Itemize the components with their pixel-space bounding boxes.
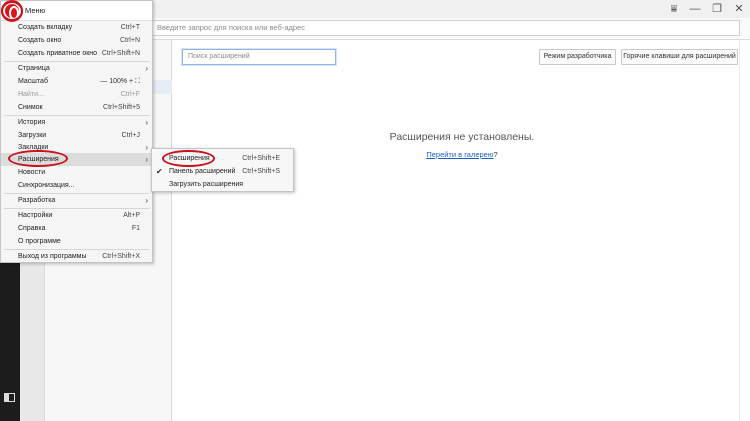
menu-item-new-tab[interactable]: Создать вкладку Ctrl+T — [1, 21, 152, 34]
chevron-right-icon: › — [145, 64, 148, 73]
gallery-line: Перейти в галерею? — [362, 150, 562, 159]
menu-item-settings[interactable]: Настройки Alt+P — [1, 209, 152, 222]
menu-header: Меню — [1, 0, 152, 22]
empty-state-message: Расширения не установлены. — [389, 131, 535, 143]
highlight-ellipse-extensions — [8, 150, 68, 167]
chevron-right-icon: › — [145, 196, 148, 205]
menu-item-zoom: Масштаб — 100% + ⛶ — [1, 75, 152, 88]
zoom-level: 100% — [109, 78, 128, 85]
menu-item-developer[interactable]: Разработка › — [1, 194, 152, 207]
extensions-search-input[interactable]: Поиск расширений — [182, 49, 336, 65]
submenu-item-load-extensions[interactable]: Загрузить расширения — [152, 178, 293, 191]
zoom-out-button[interactable]: — — [100, 78, 107, 85]
chevron-right-icon: › — [145, 118, 148, 127]
menu-item-private-window[interactable]: Создать приватное окно Ctrl+Shift+N — [1, 47, 152, 60]
chevron-right-icon: › — [145, 155, 148, 164]
filter-icon[interactable]: ⩸ — [667, 2, 681, 16]
sidebar-toggle-icon[interactable] — [4, 393, 15, 402]
checkmark-icon: ✔ — [156, 167, 163, 176]
zoom-controls: — 100% + ⛶ — [100, 75, 140, 88]
vertical-scrollbar[interactable] — [739, 40, 750, 421]
opera-main-menu: Меню Создать вкладку Ctrl+T Создать окно C… — [0, 0, 153, 263]
extension-hotkeys-button[interactable]: Горячие клавиши для расширений — [621, 49, 738, 65]
zoom-in-button[interactable]: + — [129, 78, 133, 85]
developer-mode-button[interactable]: Режим разработчика — [539, 49, 616, 65]
close-button[interactable]: ✕ — [732, 2, 746, 16]
gallery-link[interactable]: Перейти в галерею — [426, 150, 493, 159]
menu-item-find[interactable]: Найти... Ctrl+F — [1, 88, 152, 101]
menu-title: Меню — [25, 6, 46, 15]
menu-item-exit[interactable]: Выход из программы Ctrl+Shift+X — [1, 250, 152, 263]
gallery-suffix: ? — [493, 150, 498, 159]
highlight-ellipse-submenu — [162, 150, 215, 167]
menu-item-news[interactable]: Новости — [1, 166, 152, 179]
menu-item-new-window[interactable]: Создать окно Ctrl+N — [1, 34, 152, 47]
minimize-button[interactable]: — — [688, 2, 702, 16]
address-input[interactable]: Введите запрос для поиска или веб-адрес — [150, 20, 740, 36]
menu-item-sync[interactable]: Синхронизация... — [1, 179, 152, 192]
highlight-ellipse-menu — [1, 1, 23, 21]
restore-button[interactable]: ❐ — [710, 2, 724, 16]
menu-item-page[interactable]: Страница › — [1, 62, 152, 75]
menu-item-help[interactable]: Справка F1 — [1, 222, 152, 235]
submenu-item-extensions-panel[interactable]: ✔ Панель расширений Ctrl+Shift+S — [152, 165, 293, 178]
menu-item-about[interactable]: О программе — [1, 235, 152, 248]
fullscreen-icon[interactable]: ⛶ — [135, 78, 140, 85]
menu-item-snapshot[interactable]: Снимок Ctrl+Shift+5 — [1, 101, 152, 114]
menu-item-history[interactable]: История › — [1, 116, 152, 129]
